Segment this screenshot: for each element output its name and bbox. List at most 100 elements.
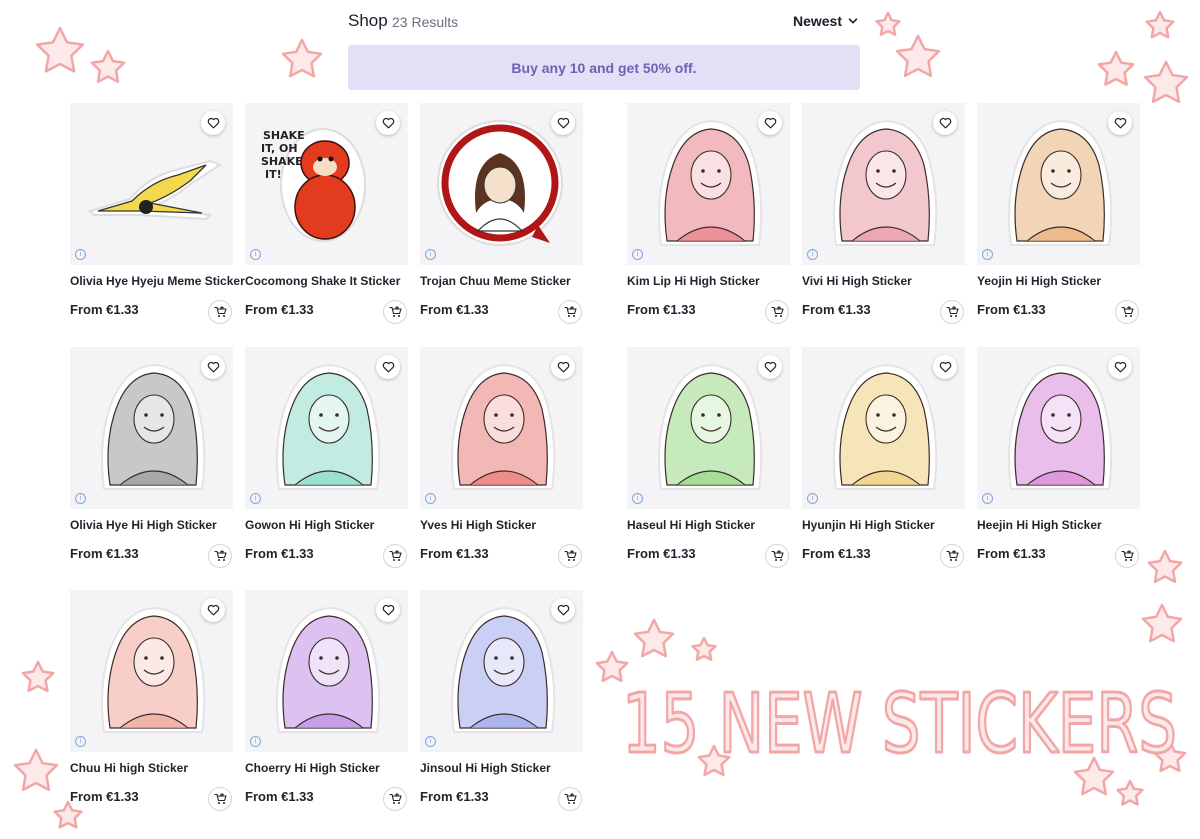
favorite-button[interactable] [551, 598, 575, 622]
product-name[interactable]: Olivia Hye Hyeju Meme Sticker [70, 274, 245, 288]
info-icon[interactable]: i [807, 249, 818, 260]
info-icon[interactable]: i [75, 249, 86, 260]
info-icon[interactable]: i [425, 493, 436, 504]
favorite-button[interactable] [376, 111, 400, 135]
favorite-button[interactable] [551, 111, 575, 135]
product-image[interactable]: i [977, 347, 1140, 509]
product-name[interactable]: Haseul Hi High Sticker [627, 518, 797, 532]
info-icon[interactable]: i [250, 736, 261, 747]
product-image[interactable]: i [627, 347, 790, 509]
product-name[interactable]: Hyunjin Hi High Sticker [802, 518, 972, 532]
info-icon[interactable]: i [425, 249, 436, 260]
product-name[interactable]: Chuu Hi high Sticker [70, 761, 240, 775]
product-name[interactable]: Kim Lip Hi High Sticker [627, 274, 797, 288]
add-to-cart-button[interactable] [765, 544, 789, 568]
info-icon[interactable]: i [75, 736, 86, 747]
product-image[interactable]: i [70, 103, 233, 265]
favorite-button[interactable] [1108, 111, 1132, 135]
product-name[interactable]: Cocomong Shake It Sticker [245, 274, 415, 288]
product-image[interactable]: i [420, 590, 583, 752]
favorite-button[interactable] [201, 111, 225, 135]
product-card[interactable]: i Olivia Hye Hyeju Meme Sticker From €1.… [70, 103, 245, 333]
product-name[interactable]: Trojan Chuu Meme Sticker [420, 274, 590, 288]
product-price: From €1.33 [802, 302, 871, 317]
product-name[interactable]: Gowon Hi High Sticker [245, 518, 415, 532]
add-to-cart-button[interactable] [383, 787, 407, 811]
favorite-button[interactable] [758, 111, 782, 135]
add-to-cart-button[interactable] [765, 300, 789, 324]
product-image[interactable]: i [245, 347, 408, 509]
product-name[interactable]: Heejin Hi High Sticker [977, 518, 1147, 532]
product-card[interactable]: i Gowon Hi High Sticker From €1.33 [245, 347, 410, 577]
product-image[interactable]: i [70, 590, 233, 752]
info-icon[interactable]: i [632, 493, 643, 504]
info-icon[interactable]: i [632, 249, 643, 260]
product-name[interactable]: Vivi Hi High Sticker [802, 274, 972, 288]
product-card[interactable]: SHAKE IT, OH SHAKE IT! i Cocomong Shake … [245, 103, 410, 333]
info-icon[interactable]: i [250, 493, 261, 504]
product-price: From €1.33 [420, 546, 489, 561]
product-card[interactable]: i Haseul Hi High Sticker From €1.33 [627, 347, 792, 577]
add-to-cart-button[interactable] [1115, 300, 1139, 324]
product-card[interactable]: i Olivia Hye Hi High Sticker From €1.33 [70, 347, 235, 577]
sort-dropdown[interactable]: Newest [793, 13, 858, 29]
add-to-cart-button[interactable] [208, 300, 232, 324]
product-image[interactable]: i [245, 590, 408, 752]
info-icon[interactable]: i [982, 493, 993, 504]
product-image[interactable]: i [420, 347, 583, 509]
add-to-cart-button[interactable] [558, 544, 582, 568]
product-card[interactable]: i Choerry Hi High Sticker From €1.33 [245, 590, 410, 820]
add-to-cart-icon [213, 306, 227, 317]
product-card[interactable]: i Heejin Hi High Sticker From €1.33 [977, 347, 1142, 577]
add-to-cart-button[interactable] [383, 544, 407, 568]
add-to-cart-button[interactable] [940, 300, 964, 324]
favorite-button[interactable] [551, 355, 575, 379]
product-card[interactable]: i Yves Hi High Sticker From €1.33 [420, 347, 585, 577]
info-icon[interactable]: i [807, 493, 818, 504]
star-doodle [1141, 603, 1183, 643]
sticker-caption-3: SHAKE [261, 155, 303, 168]
product-image[interactable]: i [627, 103, 790, 265]
add-to-cart-button[interactable] [1115, 544, 1139, 568]
star-doodle [875, 11, 901, 36]
info-icon[interactable]: i [425, 736, 436, 747]
product-card[interactable]: i Hyunjin Hi High Sticker From €1.33 [802, 347, 967, 577]
product-card[interactable]: i Vivi Hi High Sticker From €1.33 [802, 103, 967, 333]
product-card[interactable]: i Yeojin Hi High Sticker From €1.33 [977, 103, 1142, 333]
favorite-button[interactable] [933, 111, 957, 135]
info-icon[interactable]: i [982, 249, 993, 260]
favorite-button[interactable] [376, 598, 400, 622]
favorite-button[interactable] [376, 355, 400, 379]
product-card[interactable]: i Kim Lip Hi High Sticker From €1.33 [627, 103, 792, 333]
favorite-button[interactable] [201, 355, 225, 379]
info-icon[interactable]: i [250, 249, 261, 260]
product-image[interactable]: i [802, 347, 965, 509]
add-to-cart-button[interactable] [558, 787, 582, 811]
favorite-button[interactable] [201, 598, 225, 622]
add-to-cart-button[interactable] [208, 787, 232, 811]
add-to-cart-button[interactable] [940, 544, 964, 568]
add-to-cart-button[interactable] [383, 300, 407, 324]
info-icon[interactable]: i [75, 493, 86, 504]
heart-outline-icon [939, 361, 951, 373]
product-image[interactable]: i [70, 347, 233, 509]
product-name[interactable]: Choerry Hi High Sticker [245, 761, 415, 775]
add-to-cart-button[interactable] [208, 544, 232, 568]
product-name[interactable]: Jinsoul Hi High Sticker [420, 761, 590, 775]
product-image[interactable]: i [977, 103, 1140, 265]
product-image[interactable]: i [420, 103, 583, 265]
product-name[interactable]: Olivia Hye Hi High Sticker [70, 518, 240, 532]
banner-text: 15 NEW STICKERS [622, 677, 1177, 772]
product-card[interactable]: i Chuu Hi high Sticker From €1.33 [70, 590, 235, 820]
favorite-button[interactable] [933, 355, 957, 379]
product-image[interactable]: SHAKE IT, OH SHAKE IT! i [245, 103, 408, 265]
product-name[interactable]: Yeojin Hi High Sticker [977, 274, 1147, 288]
product-name[interactable]: Yves Hi High Sticker [420, 518, 590, 532]
favorite-button[interactable] [758, 355, 782, 379]
product-card[interactable]: i Jinsoul Hi High Sticker From €1.33 [420, 590, 585, 820]
add-to-cart-button[interactable] [558, 300, 582, 324]
product-card[interactable]: i Trojan Chuu Meme Sticker From €1.33 [420, 103, 585, 333]
add-to-cart-icon [563, 793, 577, 804]
favorite-button[interactable] [1108, 355, 1132, 379]
product-image[interactable]: i [802, 103, 965, 265]
